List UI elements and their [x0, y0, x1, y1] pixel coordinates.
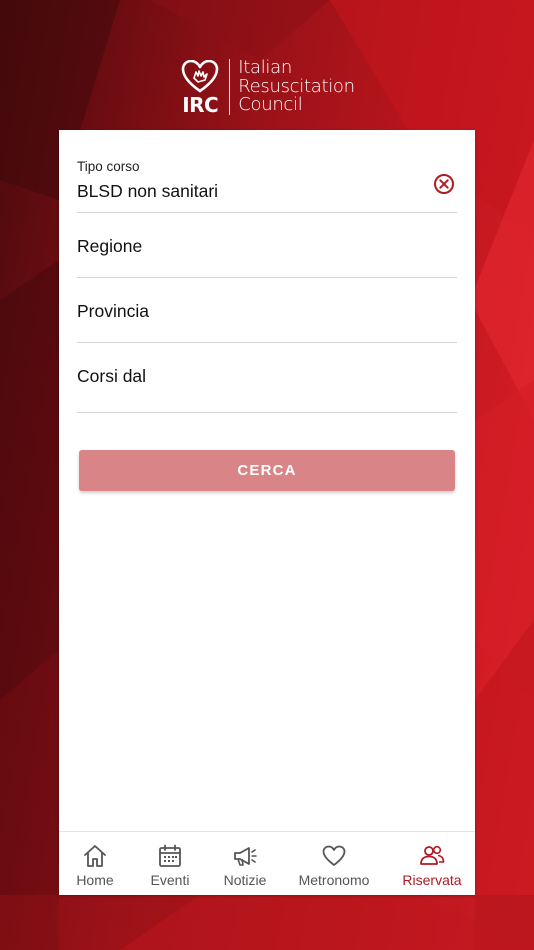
nav-item-reserved[interactable]: Riservata	[397, 832, 467, 896]
province-field[interactable]: Provincia	[77, 278, 457, 343]
nav-item-news[interactable]: Notizie	[215, 832, 275, 896]
course-type-label: Tipo corso	[77, 159, 140, 174]
search-form-card: Tipo corso BLSD non sanitari Regione Pro…	[59, 130, 475, 895]
clear-course-type-button[interactable]	[433, 173, 455, 195]
users-icon	[419, 843, 445, 869]
megaphone-icon	[232, 843, 258, 869]
nav-item-home[interactable]: Home	[65, 832, 125, 896]
logo-line-1: Italian	[238, 57, 292, 79]
nav-label-reserved: Riservata	[402, 872, 462, 888]
course-type-value: BLSD non sanitari	[77, 181, 219, 201]
nav-item-metronome[interactable]: Metronomo	[291, 832, 377, 896]
bottom-navigation: Home Eventi Notizie Metronomo Riservata	[59, 831, 475, 895]
close-circle-icon	[434, 174, 454, 194]
logo-line-3: Council	[238, 94, 303, 116]
region-placeholder: Regione	[77, 236, 143, 256]
heart-icon	[321, 843, 347, 869]
logo-short-text: IRC	[182, 92, 219, 117]
calendar-icon	[157, 843, 183, 869]
home-icon	[82, 843, 108, 869]
search-button[interactable]: CERCA	[79, 450, 455, 491]
region-field[interactable]: Regione	[77, 213, 457, 278]
logo-divider	[229, 59, 231, 115]
app-header: IRC Italian Resuscitation Council	[0, 56, 534, 118]
courses-from-field[interactable]: Corsi dal	[77, 343, 457, 413]
nav-item-events[interactable]: Eventi	[140, 832, 200, 896]
nav-label-events: Eventi	[150, 872, 190, 888]
province-placeholder: Provincia	[77, 301, 149, 321]
nav-label-home: Home	[76, 872, 114, 888]
courses-from-placeholder: Corsi dal	[77, 366, 147, 386]
nav-label-news: Notizie	[223, 872, 267, 888]
irc-logo: IRC Italian Resuscitation Council	[179, 59, 355, 115]
nav-label-metronome: Metronomo	[298, 872, 370, 888]
course-type-field[interactable]: Tipo corso BLSD non sanitari	[77, 130, 457, 213]
logo-full-name: Italian Resuscitation Council	[238, 59, 355, 115]
heart-hand-logo-icon	[181, 59, 219, 92]
